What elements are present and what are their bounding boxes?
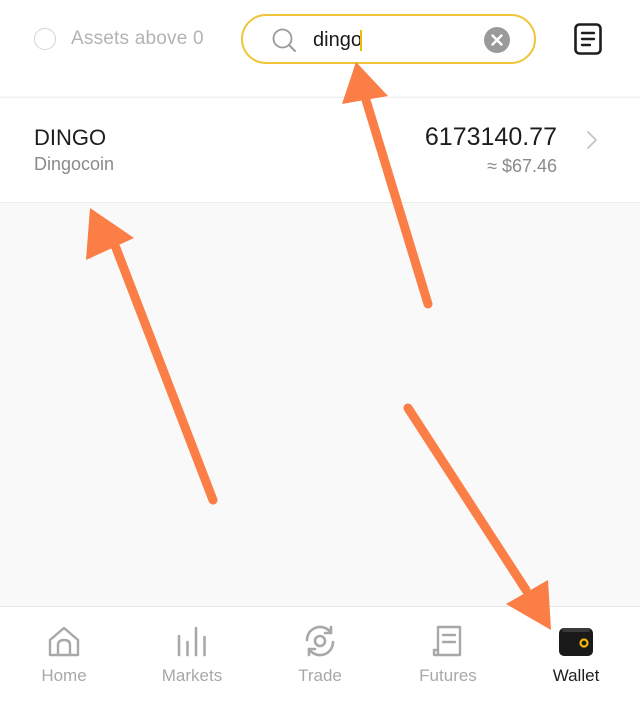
text-caret xyxy=(360,30,362,51)
asset-symbol: DINGO xyxy=(34,125,107,150)
asset-usd-value: ≈ $67.46 xyxy=(487,156,557,176)
tab-label: Trade xyxy=(298,666,342,685)
top-bar: Assets above 0 xyxy=(0,0,640,96)
arrow-to-wallet-tab xyxy=(403,403,551,630)
search-input[interactable] xyxy=(313,27,473,53)
tab-label: Home xyxy=(41,666,87,685)
wallet-icon xyxy=(559,628,593,656)
tab-label: Futures xyxy=(419,666,477,685)
radio-unchecked-icon[interactable] xyxy=(34,28,56,50)
search-box[interactable] xyxy=(241,14,536,64)
tab-home[interactable]: Home xyxy=(0,607,128,703)
home-icon xyxy=(48,626,80,657)
tab-trade[interactable]: Trade xyxy=(256,607,384,703)
chevron-right-icon xyxy=(587,131,597,149)
futures-icon xyxy=(432,625,462,657)
filter-label: Assets above 0 xyxy=(71,28,204,49)
asset-name: Dingocoin xyxy=(34,154,115,174)
clear-search-button[interactable] xyxy=(484,27,510,53)
tab-markets[interactable]: Markets xyxy=(128,607,256,703)
records-document-icon[interactable] xyxy=(573,22,603,56)
asset-amount: 6173140.77 xyxy=(424,123,557,151)
asset-row-dingo[interactable]: DINGO Dingocoin 6173140.77 ≈ $67.46 xyxy=(0,97,640,203)
search-icon xyxy=(272,28,296,52)
arrow-to-asset-row xyxy=(86,208,218,505)
assets-above-zero-toggle[interactable]: Assets above 0 xyxy=(34,26,204,52)
tab-label: Markets xyxy=(161,666,223,685)
tab-label: Wallet xyxy=(552,666,600,685)
tab-futures[interactable]: Futures xyxy=(384,607,512,703)
bottom-tab-bar: Home Markets Trade Futures Wallet xyxy=(0,606,640,703)
markets-icon xyxy=(177,626,206,657)
clear-icon xyxy=(491,34,503,46)
tab-wallet[interactable]: Wallet xyxy=(512,607,640,703)
trade-icon xyxy=(305,625,335,657)
